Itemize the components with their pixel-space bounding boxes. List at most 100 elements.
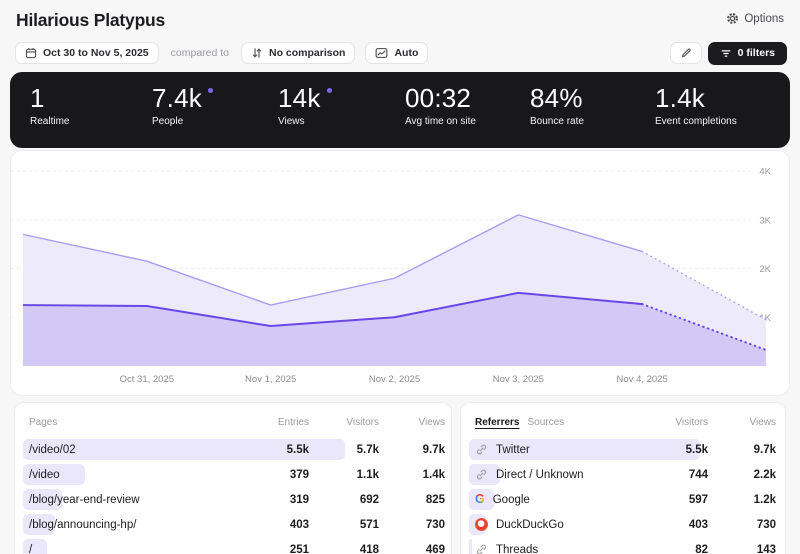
table-row[interactable]: Direct / Unknown 744 2.2k [469, 464, 778, 485]
pages-col-views: Views [418, 416, 446, 428]
pages-rows: /video/02 5.5k 5.7k 9.7k/video 379 1.1k 1.4k/b… [23, 439, 447, 554]
pages-card: Pages Entries Visitors Views /video/02 5.… [14, 402, 452, 554]
svg-text:Oct 31, 2025: Oct 31, 2025 [120, 374, 174, 385]
referrers-card: Referrers Sources Visitors Views Twitter… [460, 402, 786, 554]
row-visitors: 571 [359, 518, 379, 531]
row-label: /video [29, 468, 60, 481]
row-views: 9.7k [422, 443, 445, 456]
link-icon [476, 544, 487, 554]
trend-chart-icon [375, 47, 388, 59]
stat-label: Event completions [655, 116, 737, 127]
stat-avg-time-on-site[interactable]: 00:32 Avg time on site [405, 83, 530, 148]
stat-value: 1.4k [655, 83, 705, 113]
calendar-icon [25, 48, 37, 59]
link-icon [476, 444, 487, 455]
referrers-table-header: Referrers Sources Visitors Views [469, 413, 778, 431]
stat-realtime[interactable]: 1 Realtime [30, 83, 152, 148]
svg-text:Nov 3, 2025: Nov 3, 2025 [493, 374, 544, 385]
svg-text:4K: 4K [759, 167, 771, 178]
row-entries: 5.5k [286, 443, 309, 456]
chart-mode-button[interactable]: Auto [365, 42, 429, 64]
row-views: 9.7k [753, 443, 776, 456]
pages-col-entries: Entries [277, 416, 309, 428]
table-row[interactable]: / 251 418 469 [23, 539, 447, 554]
table-row[interactable]: G Google 597 1.2k [469, 489, 778, 510]
row-views: 825 [425, 493, 445, 506]
row-label: /blog/year-end-review [29, 493, 140, 506]
options-button[interactable]: Options [726, 12, 784, 25]
row-entries: 251 [289, 543, 309, 554]
toolbar: Oct 30 to Nov 5, 2025 compared to No com… [0, 38, 800, 68]
filters-button[interactable]: 0 filters [707, 41, 787, 65]
row-views: 730 [756, 518, 776, 531]
referrers-rows: Twitter 5.5k 9.7k Direct / Unknown 744 2.2k G G… [469, 439, 778, 554]
table-row[interactable]: Twitter 5.5k 9.7k [469, 439, 778, 460]
row-views: 2.2k [753, 468, 776, 481]
table-row[interactable]: /blog/announcing-hp/403 571 730 [23, 514, 447, 535]
row-label: /blog/announcing-hp/ [29, 518, 137, 531]
stat-dot-icon [207, 88, 213, 93]
row-views: 1.2k [753, 493, 776, 506]
row-label: / [29, 543, 33, 554]
table-row[interactable]: /blog/year-end-review 319 692 825 [23, 489, 447, 510]
stat-bounce-rate[interactable]: 84% Bounce rate [530, 83, 655, 148]
row-visitors: 5.7k [356, 443, 379, 456]
stat-value: 84% [530, 83, 583, 113]
row-entries: 403 [289, 518, 309, 531]
duckduckgo-icon [475, 518, 488, 531]
edit-filters-button[interactable] [669, 42, 702, 64]
row-label: /video/02 [29, 443, 76, 456]
row-visitors: 597 [688, 493, 708, 506]
svg-text:2K: 2K [759, 264, 771, 275]
filters-label: 0 filters [737, 47, 775, 59]
tab-sources[interactable]: Sources [527, 417, 564, 428]
stat-value: 7.4k [152, 83, 278, 113]
tables-section: Pages Entries Visitors Views /video/02 5.… [14, 402, 786, 554]
row-views: 730 [425, 518, 445, 531]
table-row[interactable]: /video 379 1.1k 1.4k [23, 464, 447, 485]
row-label: DuckDuckGo [475, 518, 640, 531]
table-row[interactable]: /video/02 5.5k 5.7k 9.7k [23, 439, 447, 460]
row-label: G Google [475, 493, 530, 506]
table-row[interactable]: DuckDuckGo 403 730 [469, 514, 778, 535]
page-title: Hilarious Platypus [16, 10, 166, 30]
comparison-button[interactable]: No comparison [241, 42, 356, 64]
row-label: Direct / Unknown [475, 468, 640, 481]
svg-text:3K: 3K [759, 215, 771, 226]
gear-icon [727, 13, 739, 24]
pages-title: Pages [29, 416, 58, 428]
stat-label: Avg time on site [405, 116, 476, 127]
row-views: 1.4k [422, 468, 445, 481]
row-visitors: 744 [688, 468, 708, 481]
row-entries: 379 [289, 468, 309, 481]
stat-value: 1 [30, 83, 45, 113]
stats-bar: 1 Realtime 7.4k People 14k Views 00:32 Avg time… [10, 72, 790, 148]
row-visitors: 418 [359, 543, 379, 554]
stat-value: 14k [278, 83, 405, 113]
table-row[interactable]: Threads 82 143 [469, 539, 778, 554]
row-value-bar [469, 539, 472, 554]
link-icon [476, 469, 487, 480]
traffic-chart-card: 1K 2K 3K 4K Oct 31, 2025 Nov 1, 2025 Nov 2, 20… [10, 150, 790, 396]
stat-value: 00:32 [405, 83, 472, 113]
row-visitors: 403 [688, 518, 708, 531]
referrers-col-views: Views [749, 416, 777, 428]
row-views: 469 [425, 543, 445, 554]
stat-dot-icon [326, 88, 332, 93]
pages-col-visitors: Visitors [346, 416, 379, 428]
date-range-label: Oct 30 to Nov 5, 2025 [43, 47, 149, 59]
stat-event-completions[interactable]: 1.4k Event completions [655, 83, 737, 148]
row-visitors: 692 [359, 493, 379, 506]
pencil-icon [681, 48, 691, 58]
stat-people[interactable]: 7.4k People [152, 83, 278, 148]
google-icon: G [475, 493, 485, 506]
stat-views[interactable]: 14k Views [278, 83, 405, 148]
row-entries: 319 [289, 493, 309, 506]
filter-icon [721, 49, 731, 57]
chart-mode-label: Auto [394, 47, 419, 59]
svg-text:Nov 2, 2025: Nov 2, 2025 [369, 374, 420, 385]
date-range-button[interactable]: Oct 30 to Nov 5, 2025 [15, 42, 159, 64]
options-label: Options [744, 12, 784, 25]
stat-label: Realtime [30, 116, 70, 127]
tab-referrers[interactable]: Referrers [475, 417, 519, 428]
